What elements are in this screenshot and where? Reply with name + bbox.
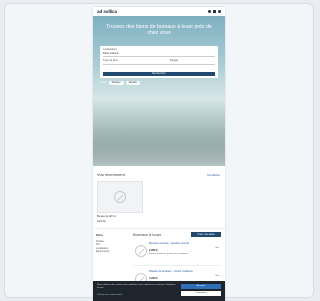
cookie-accept-button[interactable]: Accepter — [181, 284, 221, 289]
location-input[interactable]: Paris, France — [103, 52, 118, 55]
search-form: Localisation Paris, France Type de bien … — [100, 46, 218, 78]
recent-title: Vus récemment — [97, 172, 125, 177]
listing-view-link[interactable]: Voir — [215, 275, 219, 278]
budget-label[interactable]: Budget — [170, 59, 178, 62]
listing-view-link[interactable]: Voir — [215, 247, 219, 250]
toggle-buy[interactable]: Acheter — [108, 81, 124, 85]
filters-title: Filtres — [96, 235, 103, 237]
cookie-text: Nous utilisons des cookies pour améliore… — [97, 284, 176, 289]
location-divider — [103, 56, 215, 57]
listing-card[interactable]: Bureaux rénovés - Quartier central 2 850… — [133, 239, 221, 266]
cookie-banner: Nous utilisons des cookies pour améliore… — [93, 281, 225, 301]
hero-banner: Trouvez des biens de bureaux à louer prè… — [93, 16, 225, 166]
toggle-sell[interactable]: Vendre — [125, 81, 140, 85]
mobile-page: ad sollica Trouvez des biens de bureaux … — [93, 7, 225, 301]
listing-title[interactable]: Plateau de bureaux - Centre d'affaires — [149, 270, 193, 273]
top-bar: ad sollica — [93, 7, 225, 16]
hero-title: Trouvez des biens de bureaux à louer prè… — [106, 24, 212, 37]
menu-icon[interactable] — [218, 10, 221, 13]
create-alert-button[interactable]: Créer une alerte — [191, 232, 221, 237]
recent-card-image[interactable] — [97, 181, 143, 213]
favorite-icon[interactable] — [208, 10, 211, 13]
toggle-rent[interactable]: Louer — [100, 81, 107, 84]
listing-title[interactable]: Bureaux rénovés - Quartier central — [149, 242, 193, 245]
no-image-icon — [114, 191, 126, 203]
transaction-toggle: Louer Acheter Vendre — [100, 81, 140, 85]
user-icon[interactable] — [213, 10, 216, 13]
recent-card-subtitle: Paris 8e — [97, 220, 106, 223]
type-divider — [103, 64, 215, 65]
listing-price: 4 200 € — [149, 277, 158, 280]
privacy-link[interactable]: Politique de confidentialité — [97, 294, 122, 296]
results-title: Bureaux à louer — [133, 232, 162, 237]
see-all-link[interactable]: Tout afficher — [207, 174, 220, 177]
cookie-settings-button[interactable]: Paramétrer — [181, 291, 221, 296]
search-button[interactable]: Rechercher — [103, 72, 215, 76]
listing-price: 2 850 € — [149, 249, 158, 252]
type-label[interactable]: Type de bien — [103, 59, 118, 62]
listing-image-icon — [135, 245, 147, 257]
site-logo[interactable]: ad sollica — [97, 9, 117, 14]
filters-panel: Filtres Surface Prix Localisation Équipe… — [96, 235, 126, 255]
recent-card-title[interactable]: Bureau de 120 m² — [97, 215, 221, 218]
header-icons — [208, 10, 221, 13]
location-label: Localisation — [103, 48, 117, 51]
filter-item[interactable]: Équipements — [96, 251, 126, 255]
recently-viewed-section: Vus récemment Tout afficher Bureau de 12… — [93, 166, 225, 228]
listing-description: Espace lumineux, proche des transports — [149, 253, 189, 255]
